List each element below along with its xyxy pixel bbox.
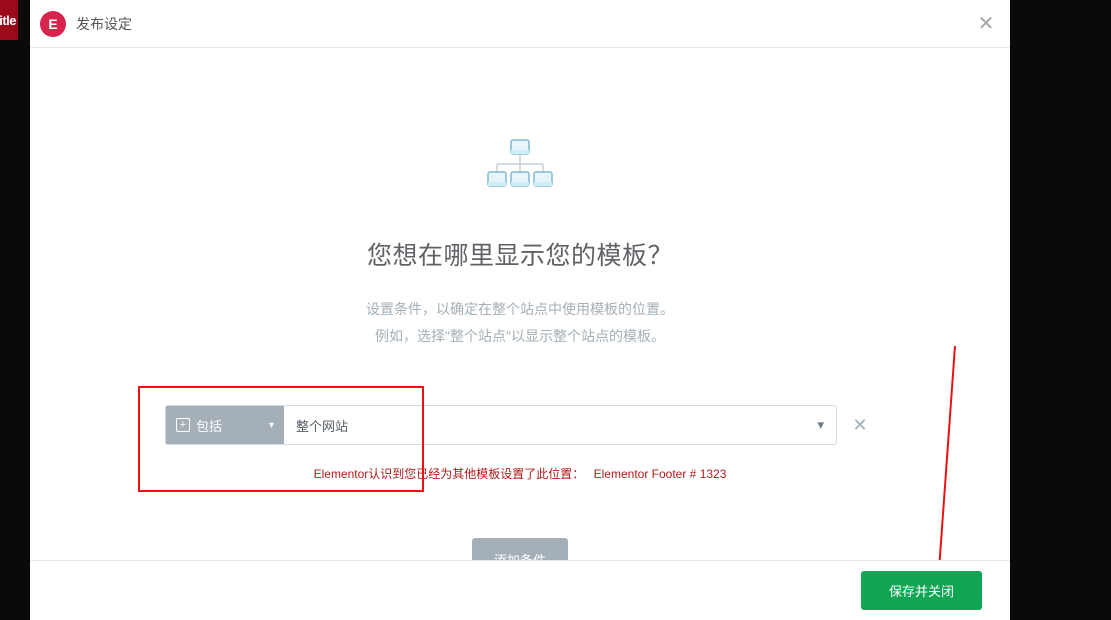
conflict-template-link[interactable]: Elementor Footer # 1323 (594, 467, 727, 481)
close-icon[interactable]: ✕ (974, 12, 998, 36)
modal-body: 您想在哪里显示您的模板？ 设置条件，以确定在整个站点中使用模板的位置。 例如，选… (30, 48, 1010, 560)
annotation-arrow-icon (890, 346, 970, 560)
condition-row: + 包括 整个网站 (165, 405, 837, 445)
scope-select[interactable]: 整个网站 (284, 406, 836, 444)
background-tab-fragment: itle (0, 0, 18, 40)
subtext-line-1: 设置条件，以确定在整个站点中使用模板的位置。 (30, 296, 1010, 323)
include-label: 包括 (196, 416, 222, 435)
modal-title: 发布设定 (76, 14, 974, 34)
elementor-logo-icon: E (40, 11, 66, 37)
publish-settings-modal: E 发布设定 ✕ 您想在哪里显示您的模板？ (30, 0, 1010, 620)
save-and-close-button[interactable]: 保存并关闭 (861, 571, 982, 610)
condition-row-wrapper: + 包括 整个网站 ✕ (165, 405, 875, 445)
conflict-warning: Elementor认识到您已经为其他模板设置了此位置： Elementor Fo… (30, 465, 1010, 482)
add-condition-button[interactable]: 添加条件 (472, 538, 568, 560)
warning-text: Elementor认识到您已经为其他模板设置了此位置： (314, 467, 585, 481)
background-tab-text: itle (0, 13, 16, 28)
scope-value: 整个网站 (296, 416, 348, 435)
remove-condition-button[interactable]: ✕ (845, 415, 875, 436)
modal-header: E 发布设定 ✕ (30, 0, 1010, 48)
sitemap-illustration-icon (485, 138, 555, 188)
subtext-line-2: 例如，选择"整个站点"以显示整个站点的模板。 (30, 323, 1010, 350)
chevron-down-icon (817, 417, 824, 433)
conditions-heading: 您想在哪里显示您的模板？ (30, 236, 1010, 272)
include-exclude-select[interactable]: + 包括 (166, 406, 284, 444)
conditions-subtext: 设置条件，以确定在整个站点中使用模板的位置。 例如，选择"整个站点"以显示整个站… (30, 296, 1010, 349)
add-condition-row: 添加条件 (30, 538, 1010, 560)
modal-footer: 保存并关闭 (30, 560, 1010, 620)
chevron-down-icon (269, 420, 274, 431)
plus-icon: + (176, 418, 190, 432)
elementor-logo-letter: E (48, 16, 57, 32)
